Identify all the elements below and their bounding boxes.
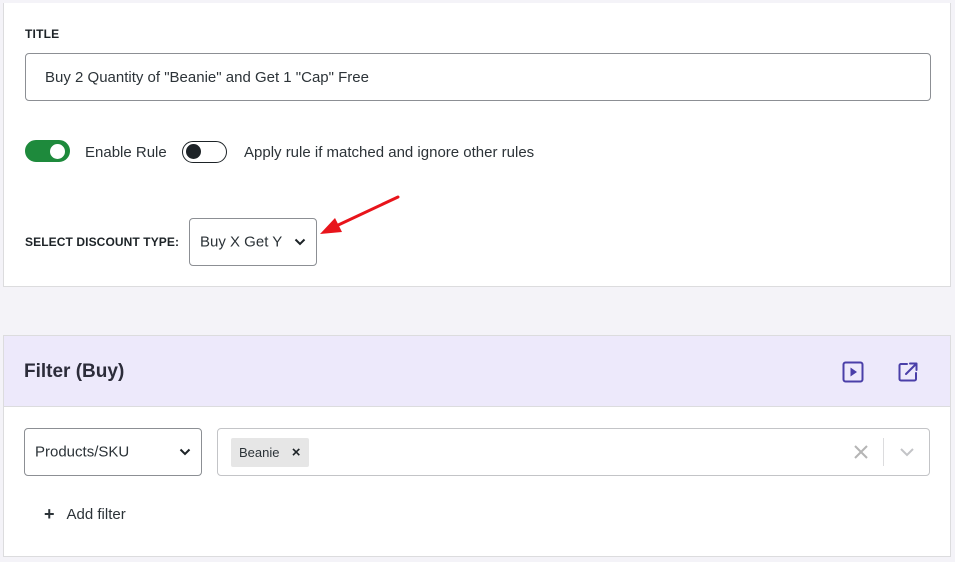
- play-square-icon[interactable]: [841, 360, 865, 384]
- exclusive-rule-label: Apply rule if matched and ignore other r…: [244, 144, 535, 161]
- chevron-down-icon[interactable]: [899, 447, 915, 458]
- add-filter-button[interactable]: + Add filter: [44, 504, 126, 525]
- discount-type-value: Buy X Get Y: [200, 233, 283, 251]
- external-link-icon[interactable]: [896, 360, 920, 384]
- chevron-down-icon: [179, 448, 191, 456]
- enable-rule-toggle[interactable]: [25, 140, 70, 162]
- toggle-knob: [50, 143, 65, 159]
- add-filter-label: Add filter: [66, 506, 126, 523]
- title-input[interactable]: [25, 53, 931, 101]
- product-multiselect[interactable]: Beanie ×: [217, 428, 930, 476]
- selected-tag: Beanie ×: [231, 438, 310, 467]
- enable-rule-label: Enable Rule: [85, 144, 167, 161]
- separator: [883, 438, 884, 466]
- title-label: TITLE: [25, 27, 60, 41]
- discount-type-select[interactable]: Buy X Get Y: [189, 218, 317, 266]
- discount-type-label: SELECT DISCOUNT TYPE:: [25, 235, 180, 249]
- red-arrow-annotation: [320, 195, 400, 234]
- clear-icon[interactable]: [852, 443, 870, 461]
- tag-label: Beanie: [239, 445, 280, 460]
- remove-tag-icon[interactable]: ×: [292, 438, 301, 467]
- exclusive-rule-toggle[interactable]: [182, 141, 227, 163]
- filter-type-value: Products/SKU: [35, 443, 130, 461]
- rule-settings-card: TITLE Enable Rule Apply rule if matched …: [3, 3, 951, 287]
- filter-title: Filter (Buy): [24, 361, 125, 382]
- plus-icon: +: [44, 504, 55, 524]
- filter-header: Filter (Buy): [4, 336, 950, 407]
- toggle-knob: [186, 144, 201, 159]
- chevron-down-icon: [294, 238, 306, 246]
- filter-buy-card: Filter (Buy) Products/SKU Beanie × + Add…: [3, 335, 951, 557]
- filter-type-select[interactable]: Products/SKU: [24, 428, 202, 476]
